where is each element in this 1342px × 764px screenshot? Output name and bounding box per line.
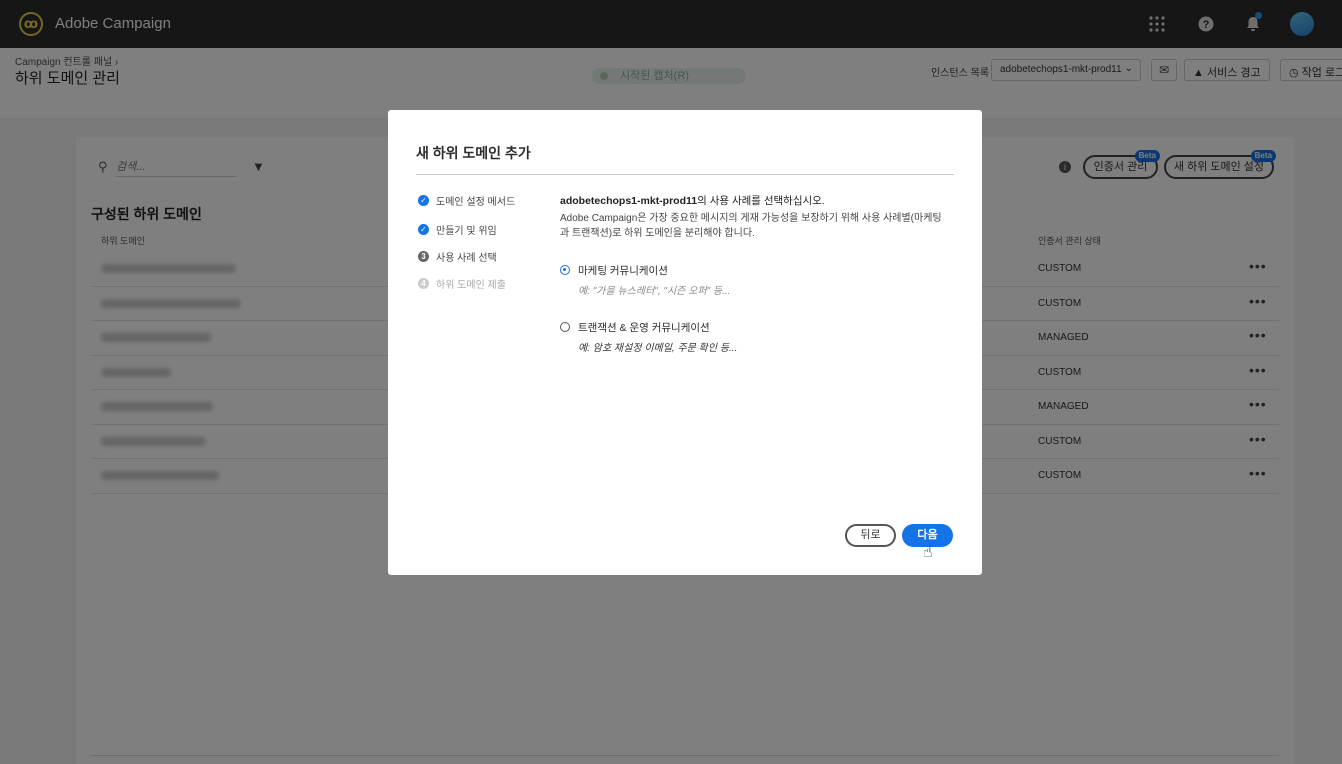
dialog-title: 새 하위 도메인 추가 xyxy=(416,145,531,161)
dialog-description: Adobe Campaign은 가장 중요한 메시지의 게재 가능성을 보장하기… xyxy=(560,213,942,239)
option-example: 예: 암호 재설정 이메일, 주문 확인 등... xyxy=(578,343,738,354)
option-label: 마케팅 커뮤니케이션 xyxy=(578,265,668,277)
step-domain-method: ✓ 도메인 설정 메서드 xyxy=(418,193,515,208)
step-number-badge: 3 xyxy=(418,251,429,262)
checkmark-icon: ✓ xyxy=(418,195,429,206)
option-example: 예: "가을 뉴스레터", "시즌 오퍼" 등... xyxy=(578,286,731,297)
divider xyxy=(416,174,954,175)
radio-button[interactable] xyxy=(560,322,570,332)
option-label: 트랜잭션 & 운영 커뮤니케이션 xyxy=(578,322,710,334)
step-select-use-case: 3 사용 사례 선택 xyxy=(418,249,497,264)
hand-cursor-icon: ☝ xyxy=(923,544,933,561)
add-subdomain-dialog: 새 하위 도메인 추가 ✓ 도메인 설정 메서드 ✓ 만들기 및 위임 3 사용 사례… xyxy=(388,110,982,575)
radio-button-checked[interactable] xyxy=(560,265,570,275)
step-number-badge: 4 xyxy=(418,278,429,289)
back-button[interactable]: 뒤로 xyxy=(845,524,896,547)
dialog-heading: adobetechops1-mkt-prod11의 사용 사례를 선택하십시오. xyxy=(560,195,825,207)
checkmark-icon: ✓ xyxy=(418,224,429,235)
step-create-delegate: ✓ 만들기 및 위임 xyxy=(418,222,497,237)
step-submit-subdomain: 4 하위 도메인 제출 xyxy=(418,276,506,291)
